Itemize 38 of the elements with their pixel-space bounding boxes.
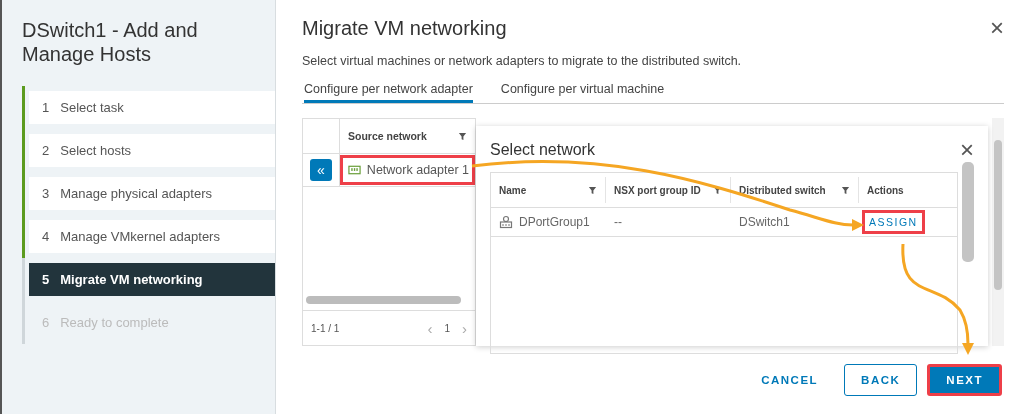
back-button[interactable]: BACK (844, 364, 918, 397)
row-count: 1-1 / 1 (311, 322, 340, 334)
tab[interactable]: Configure per network adapter (304, 78, 473, 103)
table-cell: DPortGroup1 (519, 215, 590, 229)
table-cell[interactable]: Network adapter 1 (339, 155, 475, 185)
column-header: Distributed switch (739, 184, 826, 196)
column-header: Name (499, 184, 527, 196)
dialog-title: Select network (490, 141, 595, 159)
close-button[interactable]: × (990, 16, 1004, 40)
column-header: NSX port group ID (614, 184, 701, 196)
cancel-button[interactable]: CANCEL (745, 364, 835, 397)
close-button[interactable]: × (960, 138, 974, 162)
table-cell: DSwitch1 (739, 215, 790, 229)
column-header: Source network (348, 130, 427, 142)
wizard-step[interactable]: 3 Manage physical adapters (29, 177, 275, 210)
filter-icon[interactable] (458, 131, 467, 141)
port-group-icon (499, 215, 513, 229)
filter-icon[interactable] (841, 185, 850, 195)
collapse-button[interactable]: « (309, 159, 332, 181)
filter-icon[interactable] (588, 185, 597, 195)
filter-icon[interactable] (713, 185, 722, 195)
assign-button[interactable]: ASSIGN (862, 210, 925, 234)
table-cell: -- (614, 215, 622, 229)
description: Select virtual machines or network adapters to migrate to the distributed switch. (302, 54, 743, 68)
page-title: Migrate VM networking (302, 16, 507, 40)
scrollbar[interactable] (992, 118, 1004, 347)
network-card-icon (347, 165, 361, 175)
wizard-title: DSwitch1 - Add and Manage Hosts (22, 18, 199, 66)
wizard-step[interactable]: 1 Select task (29, 91, 275, 124)
wizard-step[interactable]: 5 Migrate VM networking (29, 263, 275, 296)
scrollbar[interactable] (962, 162, 974, 262)
wizard-step[interactable]: 4 Manage VMkernel adapters (29, 220, 275, 253)
column-header: Actions (867, 184, 904, 196)
page-number: 1 (444, 322, 450, 334)
tab[interactable]: Configure per virtual machine (500, 78, 665, 103)
scrollbar[interactable] (306, 296, 461, 305)
wizard-step[interactable]: 2 Select hosts (29, 134, 275, 167)
next-button[interactable]: NEXT (927, 364, 1002, 397)
